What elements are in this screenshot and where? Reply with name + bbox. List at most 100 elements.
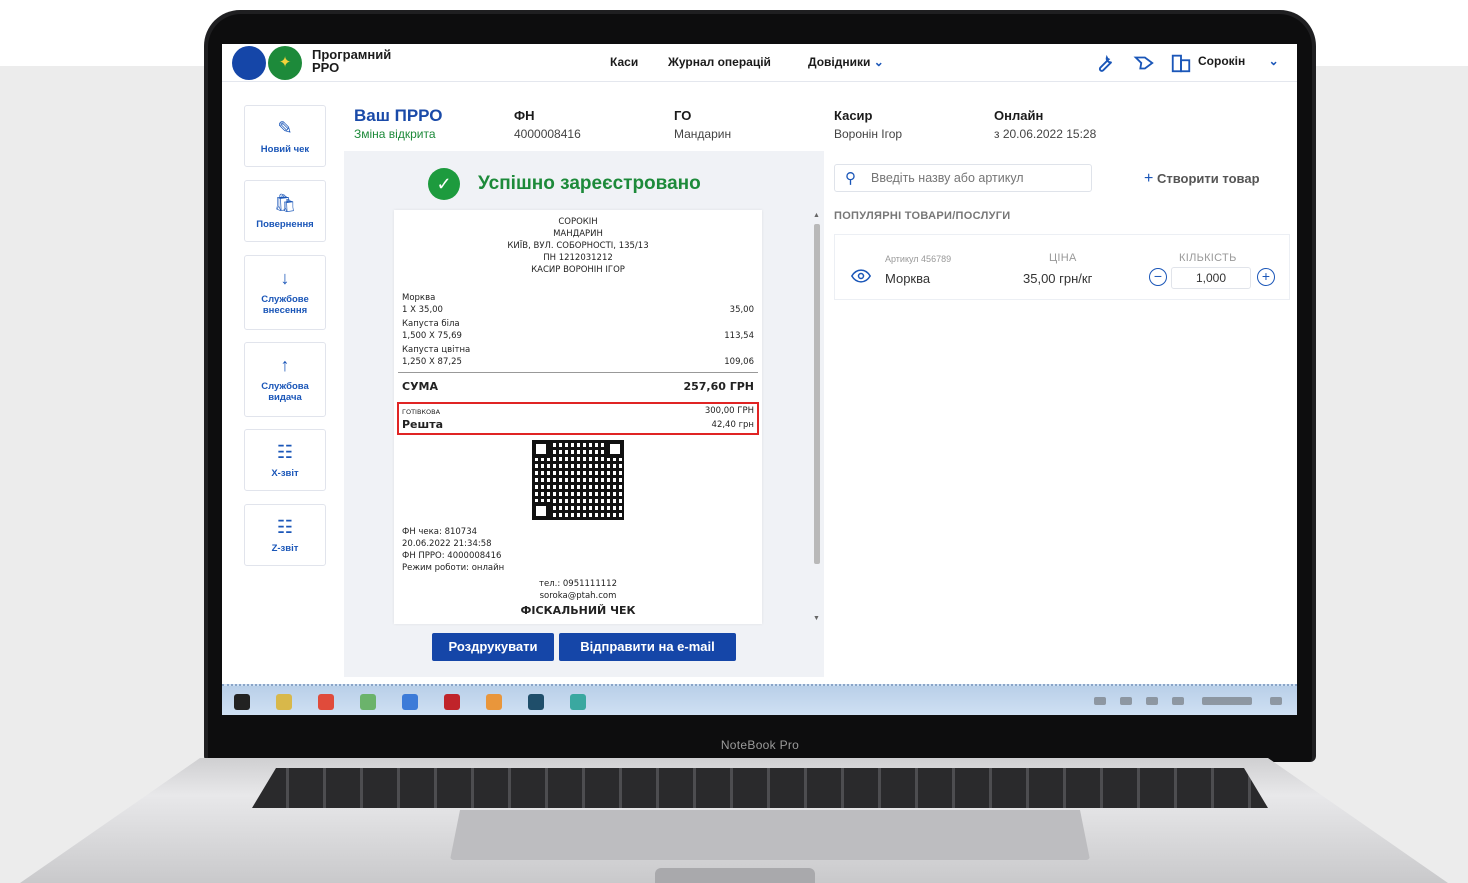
- app-icon[interactable]: [570, 694, 586, 710]
- search-icon: ⚲: [845, 170, 856, 187]
- receipt-item-qty: 1,250 X 87,25: [402, 357, 462, 367]
- qr-finder: [606, 440, 624, 458]
- product-search[interactable]: ⚲: [834, 164, 1092, 192]
- x-report-label: Х-звіт: [271, 468, 299, 479]
- receipt-header-line: СОРОКІН: [558, 217, 598, 227]
- tray-icon[interactable]: [1094, 697, 1106, 705]
- nav-directories-label: Довідники: [808, 55, 871, 69]
- receipt-header-line: ПН 1212031212: [543, 253, 613, 263]
- checkmark-icon: ✓: [428, 168, 460, 200]
- x-report-button[interactable]: ☷ Х-звіт: [244, 429, 326, 491]
- quantity-label: КІЛЬКІСТЬ: [1179, 252, 1237, 264]
- z-report-icon: ☷: [276, 517, 294, 537]
- app-icon[interactable]: [486, 694, 502, 710]
- product-row[interactable]: Артикул 456789 Морква ЦІНА 35,00 грн/кг …: [834, 234, 1290, 300]
- receipt-header-line: КАСИР ВОРОНІН ІГОР: [531, 265, 625, 275]
- receipt-total-label: СУМА: [402, 380, 439, 393]
- tray-clock[interactable]: [1202, 697, 1252, 705]
- prro-title: Ваш ПРРО: [354, 106, 443, 125]
- fn-label: ФН: [514, 108, 535, 123]
- z-report-label: Z-звіт: [271, 543, 299, 554]
- receipt-footer-line: ФН ПРРО: 4000008416: [402, 551, 502, 561]
- receipt-item-sum: 109,06: [724, 357, 754, 367]
- wrench-icon[interactable]: [1094, 52, 1116, 79]
- change-value: 42,40 грн: [711, 420, 754, 430]
- service-deposit-button[interactable]: ↓ Службове внесення: [244, 255, 326, 330]
- notification-icon[interactable]: [1270, 697, 1282, 705]
- send-email-button[interactable]: Відправити на e-mail: [559, 633, 736, 661]
- edit-icon: ✎: [277, 118, 293, 138]
- receipt-item-qty: 1,500 X 75,69: [402, 331, 462, 341]
- receipt-header-line: КИЇВ, ВУЛ. СОБОРНОСТІ, 135/13: [507, 241, 649, 251]
- create-product-button[interactable]: + Створити товар: [1144, 170, 1260, 188]
- arrow-down-icon: ↓: [280, 268, 290, 288]
- scroll-up-arrow-icon[interactable]: ▲: [813, 212, 820, 219]
- receipt-total-value: 257,60 ГРН: [683, 380, 754, 393]
- laptop-front-notch: [655, 868, 815, 883]
- app-icon[interactable]: [402, 694, 418, 710]
- tray-icon[interactable]: [1146, 697, 1158, 705]
- laptop-keyboard: [252, 768, 1268, 808]
- new-receipt-label: Новий чек: [260, 144, 310, 155]
- return-button[interactable]: 🛍 Повернення: [244, 180, 326, 242]
- popular-title: ПОПУЛЯРНІ ТОВАРИ/ПОСЛУГИ: [834, 210, 1011, 222]
- online-value: з 20.06.2022 15:28: [994, 127, 1097, 141]
- scrollbar-thumb[interactable]: [814, 224, 820, 564]
- receipt-item-qty: 1 X 35,00: [402, 305, 443, 315]
- chevron-down-icon: ⌄: [873, 55, 884, 69]
- chevron-down-icon: ⌄: [1268, 54, 1279, 68]
- service-deposit-label: Службове внесення: [261, 294, 309, 316]
- minus-icon[interactable]: −: [1149, 268, 1167, 286]
- tray-icon[interactable]: [1172, 697, 1184, 705]
- app-icon[interactable]: [360, 694, 376, 710]
- fn-value: 4000008416: [514, 127, 581, 141]
- nav-directories[interactable]: Довідники ⌄: [808, 55, 884, 69]
- logo-blue-circle: [232, 46, 266, 80]
- browser-icon[interactable]: [318, 694, 334, 710]
- receipt-footer-line: 20.06.2022 21:34:58: [402, 539, 492, 549]
- product-name: Морква: [885, 271, 931, 286]
- nav-journal[interactable]: Журнал операцій: [668, 55, 771, 69]
- cashier-label: Касир: [834, 108, 873, 123]
- product-price: 35,00 грн/кг: [1023, 271, 1093, 286]
- tray-icon[interactable]: [1120, 697, 1132, 705]
- trident-logo-icon: ✦: [268, 46, 302, 80]
- plus-circle-icon[interactable]: +: [1257, 268, 1275, 286]
- receipt-scrollbar[interactable]: ▲ ▼: [812, 212, 822, 622]
- go-label: ГО: [674, 108, 692, 123]
- z-report-button[interactable]: ☷ Z-звіт: [244, 504, 326, 566]
- receipt-footer-line: ФН чека: 810734: [402, 527, 478, 537]
- os-taskbar: [222, 684, 1297, 715]
- change-label: Решта: [402, 418, 444, 431]
- product-sku: Артикул 456789: [885, 254, 952, 264]
- receipt-email: soroka@ptah.com: [539, 591, 617, 601]
- app-icon[interactable]: [528, 694, 544, 710]
- laptop-screen: ✦ Програмний РРО Каси Журнал операцій До…: [222, 44, 1297, 715]
- laptop-brand: NoteBook Pro: [720, 738, 800, 752]
- user-menu[interactable]: Сорокін ⌄: [1198, 54, 1279, 68]
- megaphone-icon[interactable]: [1132, 52, 1156, 79]
- receipt-item-sum: 35,00: [729, 305, 754, 315]
- start-icon[interactable]: [234, 694, 250, 710]
- search-input[interactable]: [871, 171, 1086, 185]
- service-withdrawal-label: Службова видача: [261, 381, 309, 403]
- x-report-icon: ☷: [276, 442, 294, 462]
- return-bag-icon: 🛍: [273, 193, 297, 213]
- scroll-down-arrow-icon[interactable]: ▼: [813, 615, 820, 622]
- nav-kasy[interactable]: Каси: [610, 55, 638, 69]
- app-header: ✦ Програмний РРО Каси Журнал операцій До…: [222, 44, 1297, 82]
- print-button[interactable]: Роздрукувати: [432, 633, 554, 661]
- new-receipt-button[interactable]: ✎ Новий чек: [244, 105, 326, 167]
- folder-icon[interactable]: [276, 694, 292, 710]
- app-name: Програмний РРО: [312, 47, 392, 75]
- plus-icon: +: [1144, 170, 1154, 187]
- quantity-field[interactable]: 1,000: [1171, 267, 1251, 289]
- qr-finder: [532, 440, 550, 458]
- return-label: Повернення: [256, 219, 314, 230]
- service-withdrawal-button[interactable]: ↑ Службова видача: [244, 342, 326, 417]
- receipt-item-name: Капуста біла: [402, 319, 460, 329]
- receipt: СОРОКІН МАНДАРИН КИЇВ, ВУЛ. СОБОРНОСТІ, …: [394, 210, 762, 624]
- eye-icon[interactable]: [850, 269, 872, 288]
- app-icon[interactable]: [444, 694, 460, 710]
- building-icon: [1170, 52, 1192, 79]
